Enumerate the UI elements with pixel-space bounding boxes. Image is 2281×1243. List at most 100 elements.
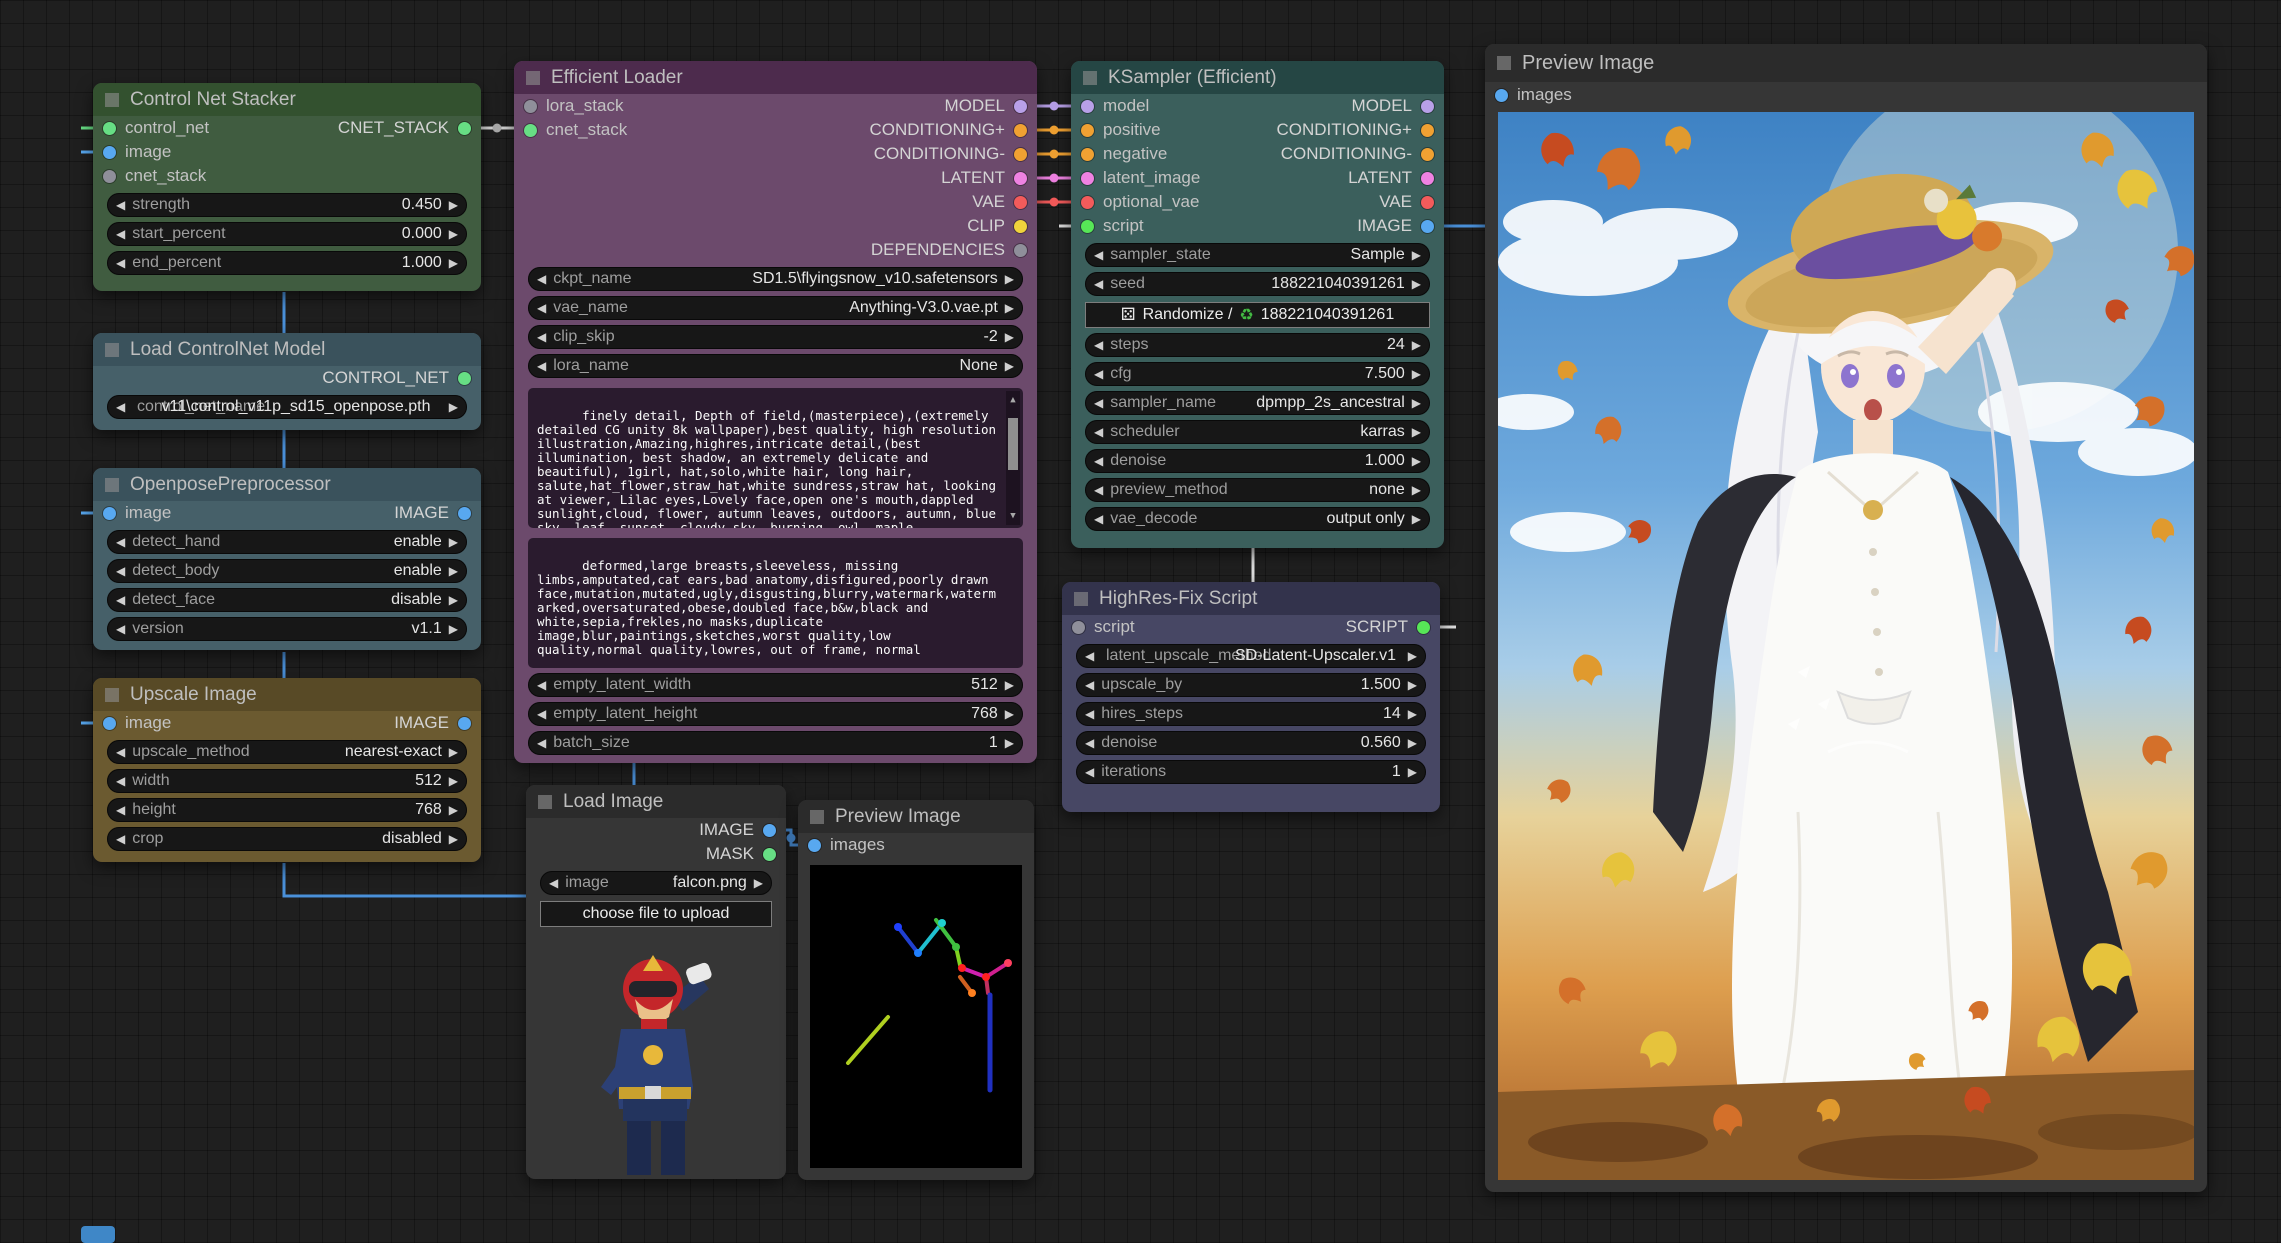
right-arrow-icon[interactable]: ▶	[1005, 360, 1014, 372]
node-ksampler-efficient[interactable]: KSampler (Efficient) model positive nega…	[1071, 61, 1444, 548]
batch-size-widget[interactable]: ◀ batch_size 1 ▶	[528, 731, 1023, 755]
output-port-dot[interactable]	[1014, 220, 1027, 233]
left-arrow-icon[interactable]: ◀	[537, 737, 546, 749]
right-arrow-icon[interactable]: ▶	[1408, 766, 1417, 778]
output-port-dot[interactable]	[458, 122, 471, 135]
left-arrow-icon[interactable]: ◀	[116, 594, 125, 606]
output-port-dot[interactable]	[1421, 220, 1434, 233]
right-arrow-icon[interactable]: ▶	[1412, 249, 1421, 261]
left-arrow-icon[interactable]: ◀	[537, 708, 546, 720]
output-port-dot[interactable]	[1014, 244, 1027, 257]
bottom-left-button[interactable]	[81, 1226, 115, 1243]
output-port-dot[interactable]	[1421, 148, 1434, 161]
left-arrow-icon[interactable]: ◀	[537, 331, 546, 343]
left-arrow-icon[interactable]: ◀	[116, 536, 125, 548]
lora-name-widget[interactable]: ◀ lora_name None ▶	[528, 354, 1023, 378]
right-arrow-icon[interactable]: ▶	[1408, 650, 1417, 662]
width-widget[interactable]: ◀ width 512 ▶	[107, 769, 467, 793]
steps-widget[interactable]: ◀ steps 24 ▶	[1085, 333, 1430, 357]
left-arrow-icon[interactable]: ◀	[1094, 426, 1103, 438]
right-arrow-icon[interactable]: ▶	[1412, 426, 1421, 438]
input-port-dot[interactable]	[1495, 89, 1508, 102]
left-arrow-icon[interactable]: ◀	[116, 775, 125, 787]
cfg-widget[interactable]: ◀ cfg 7.500 ▶	[1085, 362, 1430, 386]
input-port-dot[interactable]	[103, 122, 116, 135]
iterations-widget[interactable]: ◀ iterations 1 ▶	[1076, 760, 1426, 784]
right-arrow-icon[interactable]: ▶	[1408, 708, 1417, 720]
left-arrow-icon[interactable]: ◀	[549, 877, 558, 889]
right-arrow-icon[interactable]: ▶	[754, 877, 763, 889]
output-port-dot[interactable]	[1421, 172, 1434, 185]
right-arrow-icon[interactable]: ▶	[449, 536, 458, 548]
right-arrow-icon[interactable]: ▶	[449, 594, 458, 606]
input-port-dot[interactable]	[103, 507, 116, 520]
output-port-dot[interactable]	[763, 824, 776, 837]
left-arrow-icon[interactable]: ◀	[116, 833, 125, 845]
node-titlebar[interactable]: Load ControlNet Model	[93, 333, 481, 366]
collapse-box-icon[interactable]	[1083, 71, 1097, 85]
collapse-box-icon[interactable]	[105, 93, 119, 107]
node-load-controlnet-model[interactable]: Load ControlNet Model CONTROL_NET ◀ cont…	[93, 333, 481, 430]
output-port-dot[interactable]	[458, 372, 471, 385]
right-arrow-icon[interactable]: ▶	[1412, 368, 1421, 380]
left-arrow-icon[interactable]: ◀	[116, 623, 125, 635]
randomize-seed-button[interactable]: ⚄ Randomize / ♻ 188221040391261	[1085, 302, 1430, 328]
scroll-down-icon[interactable]: ▼	[1010, 509, 1015, 523]
node-titlebar[interactable]: Preview Image	[798, 800, 1034, 833]
empty-latent-height-widget[interactable]: ◀ empty_latent_height 768 ▶	[528, 702, 1023, 726]
node-titlebar[interactable]: HighRes-Fix Script	[1062, 582, 1440, 615]
node-titlebar[interactable]: OpenposePreprocessor	[93, 468, 481, 501]
node-upscale-image[interactable]: Upscale Image image IMAGE ◀ upscale_meth…	[93, 678, 481, 862]
output-port-dot[interactable]	[763, 848, 776, 861]
preview-method-widget[interactable]: ◀ preview_method none ▶	[1085, 478, 1430, 502]
right-arrow-icon[interactable]: ▶	[449, 833, 458, 845]
output-port-dot[interactable]	[1014, 196, 1027, 209]
right-arrow-icon[interactable]: ▶	[1005, 331, 1014, 343]
node-titlebar[interactable]: Efficient Loader	[514, 61, 1037, 94]
output-port-dot[interactable]	[1014, 172, 1027, 185]
height-widget[interactable]: ◀ height 768 ▶	[107, 798, 467, 822]
version-widget[interactable]: ◀ version v1.1 ▶	[107, 617, 467, 641]
right-arrow-icon[interactable]: ▶	[449, 228, 458, 240]
left-arrow-icon[interactable]: ◀	[1094, 397, 1103, 409]
node-openpose-preprocessor[interactable]: OpenposePreprocessor image IMAGE ◀ detec…	[93, 468, 481, 650]
right-arrow-icon[interactable]: ▶	[1412, 278, 1421, 290]
left-arrow-icon[interactable]: ◀	[1094, 484, 1103, 496]
collapse-box-icon[interactable]	[105, 343, 119, 357]
scrollbar-thumb[interactable]	[1008, 418, 1018, 470]
left-arrow-icon[interactable]: ◀	[1094, 455, 1103, 467]
output-port-dot[interactable]	[458, 507, 471, 520]
detect-face-widget[interactable]: ◀ detect_face disable ▶	[107, 588, 467, 612]
output-port-dot[interactable]	[1014, 124, 1027, 137]
right-arrow-icon[interactable]: ▶	[1412, 397, 1421, 409]
right-arrow-icon[interactable]: ▶	[449, 775, 458, 787]
collapse-box-icon[interactable]	[526, 71, 540, 85]
node-titlebar[interactable]: Preview Image	[1485, 44, 2207, 82]
control-net-name-widget[interactable]: ◀ control_net_name v11\control_v11p_sd15…	[107, 395, 467, 419]
sampler-name-widget[interactable]: ◀ sampler_name dpmpp_2s_ancestral ▶	[1085, 391, 1430, 415]
vae-decode-widget[interactable]: ◀ vae_decode output only ▶	[1085, 507, 1430, 531]
collapse-box-icon[interactable]	[810, 810, 824, 824]
left-arrow-icon[interactable]: ◀	[1094, 278, 1103, 290]
choose-file-button[interactable]: choose file to upload	[540, 901, 772, 927]
right-arrow-icon[interactable]: ▶	[449, 565, 458, 577]
empty-latent-width-widget[interactable]: ◀ empty_latent_width 512 ▶	[528, 673, 1023, 697]
input-port-dot[interactable]	[103, 170, 116, 183]
collapse-box-icon[interactable]	[105, 478, 119, 492]
upscale-by-widget[interactable]: ◀ upscale_by 1.500 ▶	[1076, 673, 1426, 697]
input-port-dot[interactable]	[808, 839, 821, 852]
collapse-box-icon[interactable]	[538, 795, 552, 809]
collapse-box-icon[interactable]	[105, 688, 119, 702]
node-preview-image-final[interactable]: Preview Image images	[1485, 44, 2207, 1192]
node-load-image[interactable]: Load Image IMAGE MASK ◀ image falcon.png…	[526, 785, 786, 1179]
denoise-widget[interactable]: ◀ denoise 1.000 ▶	[1085, 449, 1430, 473]
right-arrow-icon[interactable]: ▶	[1412, 455, 1421, 467]
input-port-dot[interactable]	[1081, 148, 1094, 161]
crop-widget[interactable]: ◀ crop disabled ▶	[107, 827, 467, 851]
input-port-dot[interactable]	[103, 717, 116, 730]
right-arrow-icon[interactable]: ▶	[1412, 339, 1421, 351]
input-port-dot[interactable]	[1081, 196, 1094, 209]
input-port-dot[interactable]	[1072, 621, 1085, 634]
ckpt-name-widget[interactable]: ◀ ckpt_name SD1.5\flyingsnow_v10.safeten…	[528, 267, 1023, 291]
seed-widget[interactable]: ◀ seed 188221040391261 ▶	[1085, 272, 1430, 296]
